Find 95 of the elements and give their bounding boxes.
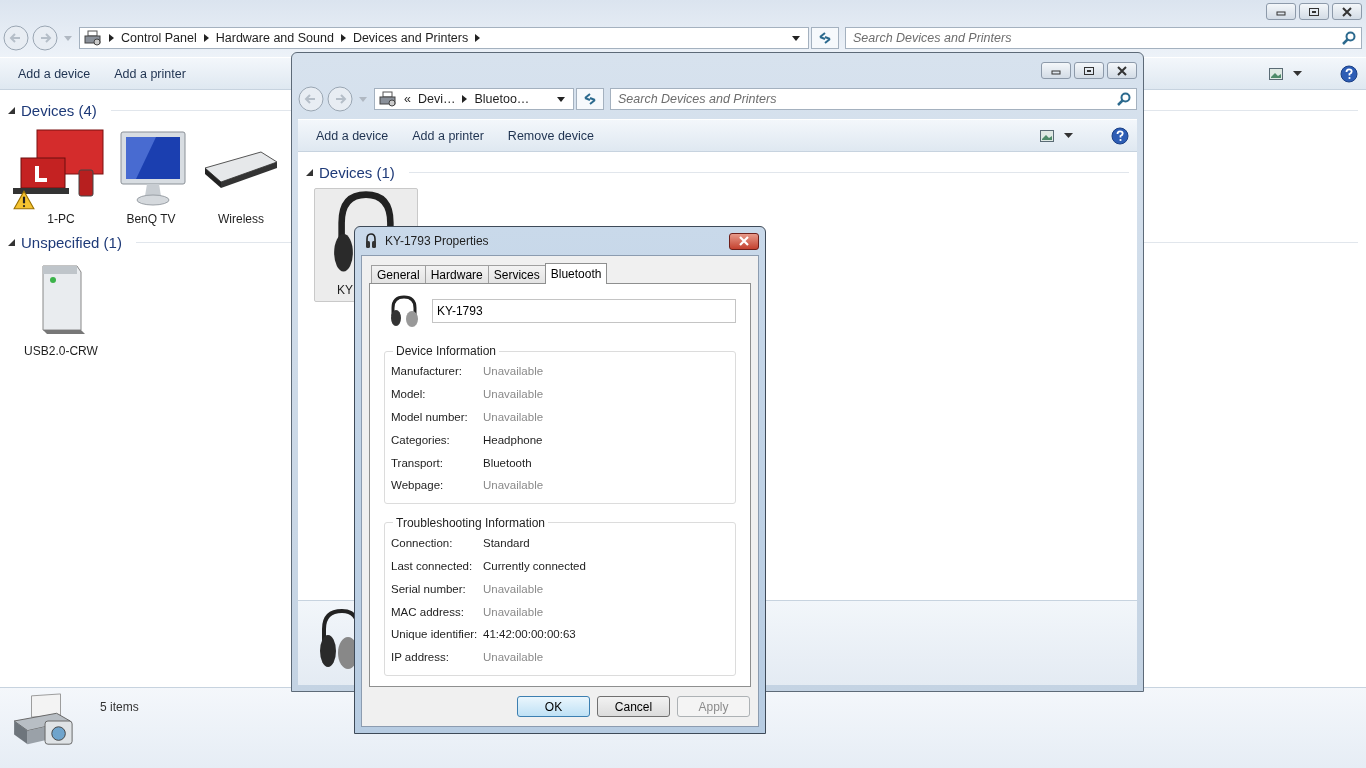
search-icon[interactable] <box>1117 92 1131 106</box>
breadcrumb-item[interactable]: Devices and Printers <box>352 31 469 45</box>
property-value: Headphone <box>483 433 543 446</box>
property-value: Unavailable <box>483 411 544 423</box>
close-button[interactable] <box>1332 3 1362 20</box>
property-value: Bluetooth <box>483 456 532 469</box>
breadcrumb-arrow-icon <box>340 34 346 42</box>
property-label: Unique identifier: <box>391 628 479 641</box>
property-label: Model number: <box>391 411 469 423</box>
expand-arrow-icon[interactable] <box>306 168 313 176</box>
device-label[interactable]: BenQ TV <box>126 212 176 226</box>
close-button[interactable] <box>1107 62 1137 79</box>
tab[interactable]: General <box>371 265 426 283</box>
view-icon[interactable] <box>1269 67 1283 80</box>
caret-icon[interactable] <box>1293 71 1302 76</box>
property-label: IP address: <box>391 651 450 664</box>
dropdown-arrow-icon[interactable] <box>557 96 565 102</box>
refresh-button[interactable] <box>576 88 604 110</box>
search-field[interactable]: Search Devices and Printers <box>845 27 1362 49</box>
breadcrumb-item[interactable]: Devi… <box>417 92 456 106</box>
caret-icon <box>64 35 72 41</box>
breadcrumb-arrow-icon <box>475 34 481 42</box>
property-value: Standard <box>483 537 530 550</box>
property-value: 41:42:00:00:00:63 <box>483 628 576 641</box>
property-value: Unavailable <box>483 479 544 492</box>
group-heading[interactable]: Devices (4) <box>21 101 97 119</box>
tab[interactable]: Services <box>487 265 546 283</box>
toolbar-button[interactable]: Remove device <box>495 125 606 146</box>
headset-icon <box>365 233 377 249</box>
maximize-button[interactable] <box>1299 3 1329 20</box>
breadcrumb-overflow[interactable]: « <box>404 92 411 106</box>
address-bar[interactable]: Control Panel Hardware and Sound Devices and Printers <box>79 27 809 49</box>
caret-icon[interactable] <box>1064 133 1073 138</box>
property-label: Model: <box>391 388 427 401</box>
device-label[interactable]: Wireless <box>218 212 264 226</box>
search-field[interactable]: Search Devices and Printers <box>610 88 1137 110</box>
device-label[interactable]: KY <box>315 283 353 297</box>
maximize-button[interactable] <box>1074 62 1104 79</box>
group-title: Device Information <box>395 344 498 358</box>
device-name-field[interactable]: KY-1793 <box>432 299 736 323</box>
view-icon[interactable] <box>1040 129 1054 142</box>
breadcrumb-item[interactable]: Control Panel <box>121 31 197 45</box>
maximize-icon <box>1083 65 1095 76</box>
close-icon <box>738 236 750 246</box>
printer-icon <box>84 30 102 46</box>
address-bar[interactable]: « Devi… Bluetoo… <box>374 88 574 110</box>
breadcrumb-arrow-icon <box>203 34 209 42</box>
property-value: Unavailable <box>483 388 544 401</box>
printer-icon <box>379 91 397 107</box>
item-count: 5 items <box>100 700 139 714</box>
help-icon[interactable] <box>1111 126 1129 145</box>
property-value: Unavailable <box>483 651 544 664</box>
refresh-icon <box>818 31 832 45</box>
refresh-icon <box>583 92 597 106</box>
help-icon[interactable] <box>1340 64 1358 83</box>
group-heading[interactable]: Devices (1) <box>319 163 395 181</box>
toolbar-button[interactable]: Add a device <box>304 125 401 146</box>
property-label: Manufacturer: <box>391 365 463 378</box>
toolbar-button[interactable]: Add a printer <box>102 63 198 84</box>
maximize-icon <box>1308 6 1320 17</box>
property-label: Connection: <box>391 537 454 550</box>
caret-icon <box>359 96 367 102</box>
refresh-button[interactable] <box>811 27 839 49</box>
close-icon <box>1341 6 1353 17</box>
property-label: MAC address: <box>391 605 465 618</box>
dropdown-arrow-icon[interactable] <box>792 35 800 41</box>
breadcrumb-item[interactable]: Hardware and Sound <box>215 31 334 45</box>
expand-arrow-icon[interactable] <box>8 106 15 114</box>
close-button[interactable] <box>729 232 759 250</box>
tab[interactable]: Hardware <box>424 265 489 283</box>
group-heading[interactable]: Unspecified (1) <box>21 233 122 251</box>
breadcrumb-item[interactable]: Bluetoo… <box>474 92 530 106</box>
property-label: Last connected: <box>391 559 474 572</box>
property-value: Unavailable <box>483 582 544 595</box>
device-label[interactable]: 1-PC <box>47 212 75 226</box>
toolbar-button[interactable]: Add a device <box>6 63 103 84</box>
group-title: Troubleshooting Information <box>395 515 546 530</box>
tab[interactable]: Bluetooth <box>544 263 608 284</box>
headphones-icon <box>388 294 420 328</box>
expand-arrow-icon[interactable] <box>8 238 15 246</box>
property-label: Webpage: <box>391 479 445 492</box>
dialog-button[interactable]: OK <box>517 696 590 717</box>
property-value: Currently connected <box>483 559 586 572</box>
toolbar-button[interactable]: Add a printer <box>400 125 496 146</box>
property-value: Unavailable <box>483 365 544 378</box>
property-label: Categories: <box>391 433 451 446</box>
property-label: Serial number: <box>391 582 467 595</box>
close-icon <box>1116 65 1128 76</box>
property-value: Unavailable <box>483 605 544 618</box>
search-icon[interactable] <box>1342 31 1356 45</box>
property-label: Transport: <box>391 456 444 469</box>
device-label[interactable]: USB2.0-CRW <box>24 344 98 358</box>
breadcrumb-arrow-icon <box>109 34 114 42</box>
dialog-button[interactable]: Cancel <box>597 696 670 717</box>
breadcrumb-arrow-icon <box>462 95 468 103</box>
